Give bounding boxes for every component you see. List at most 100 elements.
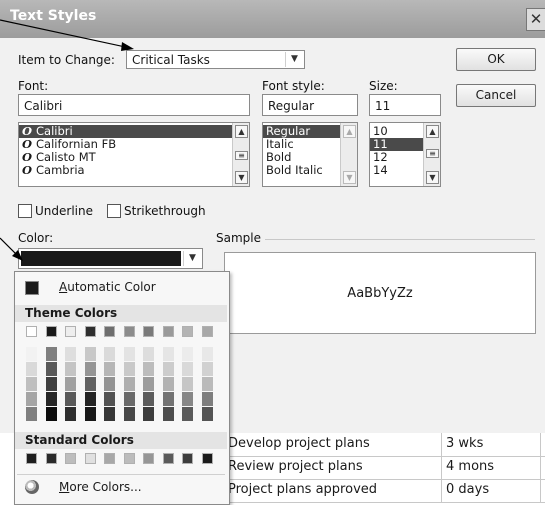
- theme-shade-swatch[interactable]: [104, 362, 115, 376]
- theme-shade-swatch[interactable]: [104, 392, 115, 406]
- color-combo[interactable]: ▼: [18, 248, 203, 269]
- theme-shade-swatch[interactable]: [45, 407, 57, 421]
- theme-shade-swatch[interactable]: [162, 407, 174, 421]
- theme-shade-swatch[interactable]: [123, 392, 135, 406]
- theme-color-swatch[interactable]: [65, 326, 76, 337]
- scroll-down-icon[interactable]: ▼: [235, 171, 248, 184]
- chevron-down-icon[interactable]: ▼: [183, 251, 201, 266]
- scroll-down-icon[interactable]: ▼: [426, 171, 439, 184]
- table-row[interactable]: Project plans approved 0 days: [228, 479, 545, 503]
- standard-color-swatch[interactable]: [123, 453, 135, 464]
- theme-shade-swatch[interactable]: [143, 347, 154, 361]
- more-colors-option[interactable]: More Colors...: [17, 474, 225, 499]
- theme-shade-swatch[interactable]: [84, 377, 96, 391]
- standard-color-swatch[interactable]: [143, 453, 154, 464]
- font-input[interactable]: Calibri: [18, 94, 250, 116]
- standard-color-swatch[interactable]: [162, 453, 174, 464]
- theme-shade-swatch[interactable]: [182, 407, 193, 421]
- standard-color-swatch[interactable]: [182, 453, 193, 464]
- ok-button[interactable]: OK: [456, 48, 536, 71]
- theme-shade-swatch[interactable]: [26, 377, 37, 391]
- theme-color-swatch[interactable]: [104, 326, 115, 337]
- close-button[interactable]: ✕: [526, 8, 545, 31]
- theme-color-swatch[interactable]: [162, 326, 174, 337]
- standard-color-swatch[interactable]: [45, 453, 57, 464]
- theme-shade-swatch[interactable]: [123, 377, 135, 391]
- scroll-up-icon[interactable]: ▲: [426, 125, 439, 138]
- theme-shade-swatch[interactable]: [104, 347, 115, 361]
- theme-color-swatch[interactable]: [26, 326, 37, 337]
- theme-shade-swatch[interactable]: [162, 392, 174, 406]
- theme-color-swatch[interactable]: [123, 326, 135, 337]
- standard-color-swatch[interactable]: [201, 453, 213, 464]
- font-style-list-scrollbar[interactable]: ▲ ▼: [340, 123, 357, 186]
- table-row[interactable]: Review project plans 4 mons: [228, 456, 545, 480]
- theme-shade-swatch[interactable]: [182, 362, 193, 376]
- theme-shade-swatch[interactable]: [65, 347, 76, 361]
- standard-color-swatch[interactable]: [65, 453, 76, 464]
- standard-color-swatch[interactable]: [104, 453, 115, 464]
- theme-shade-swatch[interactable]: [143, 362, 154, 376]
- theme-color-swatch[interactable]: [182, 326, 193, 337]
- theme-shade-swatch[interactable]: [201, 407, 213, 421]
- theme-shade-swatch[interactable]: [26, 362, 37, 376]
- scroll-down-icon[interactable]: ▼: [343, 171, 356, 184]
- item-to-change-combo[interactable]: Critical Tasks ▼: [126, 50, 305, 69]
- size-input[interactable]: 11: [369, 94, 441, 116]
- font-style-list[interactable]: Regular Italic Bold Bold Italic ▲ ▼: [262, 122, 358, 187]
- theme-shade-swatch[interactable]: [84, 407, 96, 421]
- theme-shade-swatch[interactable]: [84, 392, 96, 406]
- theme-shade-swatch[interactable]: [45, 362, 57, 376]
- font-list[interactable]: O Calibri O Californian FB O Calisto MT O Cambr…: [18, 122, 250, 187]
- size-list-scrollbar[interactable]: ▲ ≡ ▼: [423, 123, 440, 186]
- theme-color-swatch[interactable]: [201, 326, 213, 337]
- automatic-color-option[interactable]: Automatic Color: [17, 276, 225, 298]
- table-row[interactable]: Develop project plans 3 wks: [228, 433, 545, 457]
- font-list-item[interactable]: O Cambria: [19, 164, 249, 177]
- theme-shade-swatch[interactable]: [143, 377, 154, 391]
- standard-color-swatch[interactable]: [26, 453, 37, 464]
- theme-shade-swatch[interactable]: [201, 347, 213, 361]
- theme-shade-swatch[interactable]: [182, 377, 193, 391]
- theme-shade-swatch[interactable]: [182, 392, 193, 406]
- theme-shade-swatch[interactable]: [201, 392, 213, 406]
- theme-shade-swatch[interactable]: [123, 362, 135, 376]
- theme-shade-swatch[interactable]: [65, 377, 76, 391]
- scroll-thumb[interactable]: ≡: [235, 151, 248, 160]
- theme-shade-swatch[interactable]: [123, 407, 135, 421]
- theme-shade-swatch[interactable]: [26, 407, 37, 421]
- theme-shade-swatch[interactable]: [104, 377, 115, 391]
- theme-shade-swatch[interactable]: [162, 362, 174, 376]
- theme-color-swatch[interactable]: [45, 326, 57, 337]
- standard-color-swatch[interactable]: [84, 453, 96, 464]
- cancel-button[interactable]: Cancel: [456, 84, 536, 107]
- theme-shade-swatch[interactable]: [26, 392, 37, 406]
- theme-shade-swatch[interactable]: [26, 347, 37, 361]
- font-style-input[interactable]: Regular: [262, 94, 358, 116]
- scroll-up-icon[interactable]: ▲: [235, 125, 248, 138]
- theme-shade-swatch[interactable]: [45, 347, 57, 361]
- theme-shade-swatch[interactable]: [162, 347, 174, 361]
- theme-shade-swatch[interactable]: [84, 362, 96, 376]
- theme-shade-swatch[interactable]: [104, 407, 115, 421]
- font-list-scrollbar[interactable]: ▲ ≡ ▼: [232, 123, 249, 186]
- theme-shade-swatch[interactable]: [143, 392, 154, 406]
- chevron-down-icon[interactable]: ▼: [285, 52, 303, 67]
- theme-shade-swatch[interactable]: [123, 347, 135, 361]
- theme-color-swatch[interactable]: [143, 326, 154, 337]
- scroll-thumb[interactable]: ≡: [426, 149, 439, 158]
- theme-shade-swatch[interactable]: [182, 347, 193, 361]
- scroll-up-icon[interactable]: ▲: [343, 125, 356, 138]
- theme-shade-swatch[interactable]: [45, 392, 57, 406]
- theme-shade-swatch[interactable]: [65, 407, 76, 421]
- theme-shade-swatch[interactable]: [143, 407, 154, 421]
- theme-shade-swatch[interactable]: [162, 377, 174, 391]
- strikethrough-checkbox[interactable]: [107, 204, 121, 218]
- size-list[interactable]: 10 11 12 14 ▲ ≡ ▼: [369, 122, 441, 187]
- theme-shade-swatch[interactable]: [65, 362, 76, 376]
- theme-shade-swatch[interactable]: [45, 377, 57, 391]
- theme-shade-swatch[interactable]: [65, 392, 76, 406]
- theme-color-swatch[interactable]: [84, 326, 96, 337]
- theme-shade-swatch[interactable]: [201, 362, 213, 376]
- theme-shade-swatch[interactable]: [201, 377, 213, 391]
